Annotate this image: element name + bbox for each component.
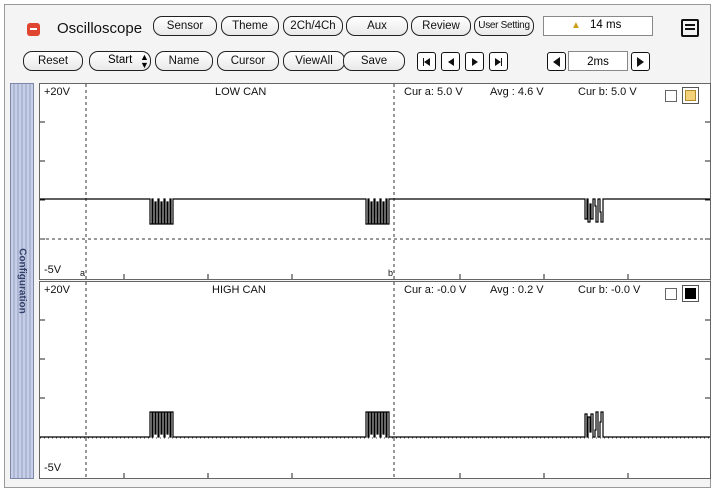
- cursor-b-marker[interactable]: b: [388, 268, 393, 278]
- timebase-display: 2ms: [568, 51, 628, 71]
- save-button[interactable]: Save: [343, 51, 405, 71]
- low-can-color-swatch: [685, 90, 696, 101]
- high-can-visibility-checkbox[interactable]: [665, 288, 677, 300]
- skip-start-icon: [422, 57, 431, 66]
- low-can-visibility-checkbox[interactable]: [665, 90, 677, 102]
- time-value: 14 ms: [590, 19, 622, 31]
- updown-icon: ▲ ▼: [140, 52, 149, 70]
- cursor-a-marker[interactable]: a: [80, 268, 85, 278]
- timebase-value: 2ms: [587, 56, 609, 68]
- low-can-cur-b: Cur b: 5.0 V: [578, 86, 637, 98]
- aux-button[interactable]: Aux: [346, 16, 408, 36]
- low-can-avg: Avg : 4.6 V: [490, 86, 544, 98]
- high-can-cur-b: Cur b: -0.0 V: [578, 284, 641, 296]
- channel-panel-high-can: +20V -5V HIGH CAN Cur a: -0.0 V Avg : 0.…: [39, 281, 711, 479]
- menu-icon[interactable]: [681, 19, 699, 37]
- start-select-label: Start: [108, 54, 133, 66]
- high-can-title: HIGH CAN: [212, 284, 266, 296]
- high-can-color-toggle[interactable]: [682, 285, 699, 302]
- channel-panel-low-can: +20V -5V a b LOW CAN Cur a: 5.0 V Avg : …: [39, 83, 711, 280]
- app-title: Oscilloscope: [57, 20, 143, 37]
- low-can-waveform: [40, 84, 710, 279]
- prev-icon: [447, 57, 454, 66]
- configuration-label: Configuration: [16, 248, 28, 314]
- sensor-button[interactable]: Sensor: [153, 16, 217, 36]
- timebase-increase-button[interactable]: [631, 52, 650, 71]
- run-icon: ▲: [571, 20, 581, 31]
- app-logo-icon: [27, 23, 40, 36]
- right-arrow-icon: [637, 56, 644, 67]
- timebase-decrease-button[interactable]: [547, 52, 566, 71]
- skip-end-icon: [494, 57, 503, 66]
- next-button[interactable]: [465, 52, 484, 71]
- low-can-color-toggle[interactable]: [682, 87, 699, 104]
- start-select[interactable]: Start ▲ ▼: [89, 51, 151, 71]
- high-can-vmin: -5V: [44, 462, 62, 474]
- theme-button[interactable]: Theme: [221, 16, 279, 36]
- last-page-button[interactable]: [489, 52, 508, 71]
- low-can-vmin: -5V: [44, 264, 62, 276]
- next-icon: [471, 57, 478, 66]
- app-window: Oscilloscope Sensor Theme 2Ch/4Ch Aux Re…: [4, 4, 711, 488]
- low-can-title: LOW CAN: [215, 86, 267, 98]
- channels-button[interactable]: 2Ch/4Ch: [283, 16, 343, 36]
- high-can-cur-a: Cur a: -0.0 V: [404, 284, 467, 296]
- reset-button[interactable]: Reset: [23, 51, 83, 71]
- high-can-waveform: [40, 282, 710, 478]
- time-display: ▲ 14 ms: [543, 16, 653, 36]
- viewall-button[interactable]: ViewAll: [283, 51, 345, 71]
- high-can-color-swatch: [685, 288, 696, 299]
- left-arrow-icon: [553, 56, 560, 67]
- low-can-vmax: +20V: [44, 86, 70, 98]
- cursor-button[interactable]: Cursor: [217, 51, 279, 71]
- user-setting-button[interactable]: User Setting: [474, 16, 534, 36]
- high-can-vmax: +20V: [44, 284, 70, 296]
- configuration-tab[interactable]: Configuration: [10, 83, 34, 479]
- review-button[interactable]: Review: [411, 16, 471, 36]
- low-can-cur-a: Cur a: 5.0 V: [404, 86, 463, 98]
- prev-button[interactable]: [441, 52, 460, 71]
- high-can-avg: Avg : 0.2 V: [490, 284, 544, 296]
- name-button[interactable]: Name: [155, 51, 213, 71]
- first-page-button[interactable]: [417, 52, 436, 71]
